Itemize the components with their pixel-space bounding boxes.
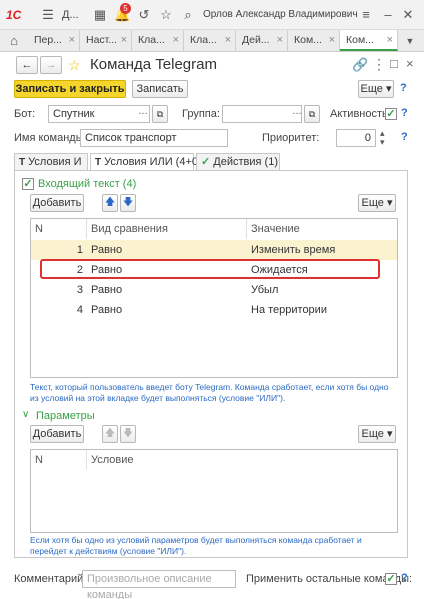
- active-label: Активность:: [330, 108, 391, 120]
- save-and-close-button[interactable]: Записать и закрыть: [14, 80, 126, 98]
- page-tab-active[interactable]: Ком... ×: [340, 30, 398, 51]
- search-icon[interactable]: ⌕: [180, 7, 196, 23]
- minimize-icon[interactable]: –: [380, 7, 396, 23]
- settings-menu-icon[interactable]: ≡: [358, 7, 374, 23]
- bot-label: Бот:: [14, 108, 36, 120]
- page-tab[interactable]: Пер... ×: [28, 30, 80, 51]
- col-kind[interactable]: Вид сравнения: [87, 219, 247, 239]
- notification-badge: 5: [120, 3, 131, 14]
- text-type-icon: T: [95, 157, 102, 168]
- bot-field[interactable]: Спутник: [48, 105, 150, 123]
- link-icon[interactable]: 🔗: [352, 57, 368, 73]
- incoming-more-button[interactable]: Еще ▾: [358, 194, 396, 212]
- col-n[interactable]: N: [31, 450, 87, 470]
- close-tab-icon[interactable]: ×: [121, 30, 127, 50]
- help-icon[interactable]: ?: [400, 82, 407, 94]
- title-bar: 1С ☰ Д... ▦ 🔔 5 ↺ ☆ ⌕ Орлов Александр Вл…: [0, 0, 424, 30]
- page-title: Команда Telegram: [90, 56, 217, 73]
- group-label: Группа:: [182, 108, 220, 120]
- comment-label: Комментарий:: [14, 573, 87, 585]
- more-actions-icon[interactable]: ⋮: [372, 56, 386, 73]
- group-open-button[interactable]: ⧉: [304, 105, 320, 123]
- group-field[interactable]: [222, 105, 302, 123]
- menu-icon[interactable]: ☰: [40, 7, 56, 23]
- priority-label: Приоритет:: [262, 132, 320, 144]
- table-row[interactable]: 1 Равно Изменить время: [31, 240, 397, 260]
- comment-field[interactable]: Произвольное описание команды: [82, 570, 236, 599]
- home-icon[interactable]: ⌂: [6, 33, 22, 49]
- params-section-label[interactable]: Параметры: [36, 409, 95, 423]
- tabs-dropdown-icon[interactable]: ▼: [402, 33, 418, 49]
- save-button[interactable]: Записать: [132, 80, 188, 98]
- incoming-table: N Вид сравнения Значение 1 Равно Изменит…: [30, 218, 398, 378]
- page-tab[interactable]: Наст... ×: [80, 30, 132, 51]
- close-tab-icon[interactable]: ×: [387, 30, 393, 49]
- close-tab-icon[interactable]: ×: [173, 30, 179, 50]
- params-table: N Условие: [30, 449, 398, 533]
- table-row[interactable]: 4 Равно На территории: [31, 300, 397, 320]
- restore-icon[interactable]: □: [390, 56, 398, 71]
- row-highlight: [40, 259, 380, 279]
- user-name[interactable]: Орлов Александр Владимирович: [203, 8, 358, 22]
- active-checkbox[interactable]: ✓: [385, 108, 397, 120]
- params-more-button[interactable]: Еще ▾: [358, 425, 396, 443]
- move-down-button[interactable]: 🡇: [120, 194, 136, 212]
- help-icon[interactable]: ?: [401, 572, 408, 584]
- more-button[interactable]: Еще ▾: [358, 80, 394, 98]
- tab-actions[interactable]: ✓ Действия (1): [196, 153, 280, 170]
- close-form-icon[interactable]: ×: [406, 56, 414, 71]
- close-window-icon[interactable]: ✕: [400, 7, 416, 23]
- table-row[interactable]: 3 Равно Убыл: [31, 280, 397, 300]
- back-button[interactable]: ←: [16, 56, 38, 74]
- priority-field[interactable]: 0: [336, 129, 376, 147]
- app-title: Д...: [62, 9, 79, 21]
- help-icon[interactable]: ?: [401, 107, 408, 119]
- collapse-incoming-icon[interactable]: ✓: [22, 178, 34, 190]
- page-tab[interactable]: Кла... ×: [184, 30, 236, 51]
- incoming-hint: Текст, который пользователь введет боту …: [30, 382, 389, 403]
- tab-conditions-and[interactable]: T Условия И: [14, 153, 88, 170]
- bot-dropdown-icon[interactable]: …: [138, 106, 148, 117]
- help-icon[interactable]: ?: [401, 131, 408, 143]
- history-icon[interactable]: ↺: [136, 7, 152, 23]
- page-tab[interactable]: Дей... ×: [236, 30, 288, 51]
- col-n[interactable]: N: [31, 219, 87, 239]
- forward-button[interactable]: →: [40, 56, 62, 74]
- apply-other-checkbox[interactable]: ✓: [385, 573, 397, 585]
- page-tab[interactable]: Ком... ×: [288, 30, 340, 51]
- grid-icon[interactable]: ▦: [92, 7, 108, 23]
- move-up-button[interactable]: 🡅: [102, 194, 118, 212]
- group-dropdown-icon[interactable]: …: [292, 106, 302, 117]
- col-condition[interactable]: Условие: [87, 450, 397, 470]
- expand-params-icon[interactable]: ∨: [22, 409, 29, 420]
- col-value[interactable]: Значение: [247, 219, 397, 239]
- params-hint: Если хотя бы одно из условий параметров …: [30, 535, 362, 556]
- star-icon[interactable]: ☆: [158, 7, 174, 23]
- close-tab-icon[interactable]: ×: [69, 30, 75, 50]
- param-move-up-button[interactable]: 🡅: [102, 425, 118, 443]
- priority-stepper[interactable]: ▴ ▾: [380, 129, 385, 147]
- command-name-label: Имя команды:: [14, 132, 87, 144]
- command-name-field[interactable]: Список транспорт: [80, 129, 228, 147]
- page-tab[interactable]: Кла... ×: [132, 30, 184, 51]
- logo-icon: 1С: [6, 8, 22, 22]
- param-move-down-button[interactable]: 🡇: [120, 425, 136, 443]
- open-pages-bar: ⌂ Пер... × Наст... × Кла... × Кла... × Дей..…: [0, 30, 424, 52]
- close-tab-icon[interactable]: ×: [329, 30, 335, 50]
- add-incoming-button[interactable]: Добавить: [30, 194, 84, 212]
- tab-conditions-or[interactable]: T Условия ИЛИ (4+0): [90, 153, 202, 171]
- bot-open-button[interactable]: ⧉: [152, 105, 168, 123]
- incoming-section-label[interactable]: Входящий текст (4): [38, 177, 136, 191]
- text-type-icon: T: [19, 157, 26, 168]
- close-tab-icon[interactable]: ×: [225, 30, 231, 50]
- check-icon: ✓: [201, 156, 211, 168]
- close-tab-icon[interactable]: ×: [277, 30, 283, 50]
- add-param-button[interactable]: Добавить: [30, 425, 84, 443]
- favorite-star-icon[interactable]: ☆: [68, 57, 81, 73]
